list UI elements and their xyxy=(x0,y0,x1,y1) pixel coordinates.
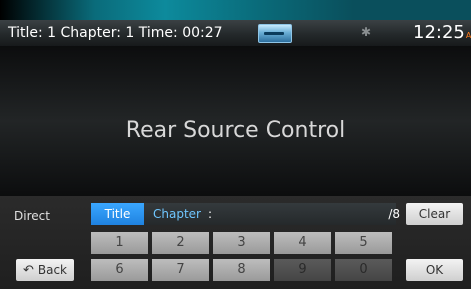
bluetooth-icon: ✱ xyxy=(361,25,372,39)
direct-label: Direct xyxy=(14,209,50,223)
key-5[interactable]: 5 xyxy=(335,232,392,254)
main-area: Rear Source Control xyxy=(0,46,471,196)
disc-slot xyxy=(264,32,284,35)
chapter-total: /8 xyxy=(388,207,400,221)
back-label: Back xyxy=(37,263,68,277)
clear-button[interactable]: Clear xyxy=(406,203,463,225)
clock: 12:25AM xyxy=(413,20,471,49)
playback-info: Title: 1 Chapter: 1 Time: 00:27 xyxy=(8,25,223,41)
key-3[interactable]: 3 xyxy=(213,232,270,254)
direct-entry-field: Title Chapter : /8 xyxy=(91,203,400,225)
key-6[interactable]: 6 xyxy=(91,259,148,281)
title-tab[interactable]: Title xyxy=(91,203,144,225)
clock-ampm: AM xyxy=(465,31,471,40)
top-accent-strip xyxy=(0,0,471,22)
key-7[interactable]: 7 xyxy=(152,259,209,281)
key-9[interactable]: 9 xyxy=(274,259,331,281)
key-2[interactable]: 2 xyxy=(152,232,209,254)
chapter-colon: : xyxy=(208,207,213,221)
key-0[interactable]: 0 xyxy=(335,259,392,281)
back-arrow-icon: ↶ xyxy=(22,263,34,278)
direct-entry-panel: Direct Title Chapter : /8 Clear 1 2 3 4 … xyxy=(0,196,471,289)
rear-source-screen: Title: 1 Chapter: 1 Time: 00:27 ✱ 12:25A… xyxy=(0,0,471,289)
back-button[interactable]: ↶ Back xyxy=(16,259,74,281)
ok-button[interactable]: OK xyxy=(406,259,463,281)
disc-icon xyxy=(258,24,292,43)
status-bar: Title: 1 Chapter: 1 Time: 00:27 ✱ 12:25A… xyxy=(0,20,471,46)
clock-time: 12:25 xyxy=(413,22,465,43)
key-1[interactable]: 1 xyxy=(91,232,148,254)
key-8[interactable]: 8 xyxy=(213,259,270,281)
chapter-tab[interactable]: Chapter xyxy=(153,203,201,225)
page-title: Rear Source Control xyxy=(125,118,346,143)
key-4[interactable]: 4 xyxy=(274,232,331,254)
